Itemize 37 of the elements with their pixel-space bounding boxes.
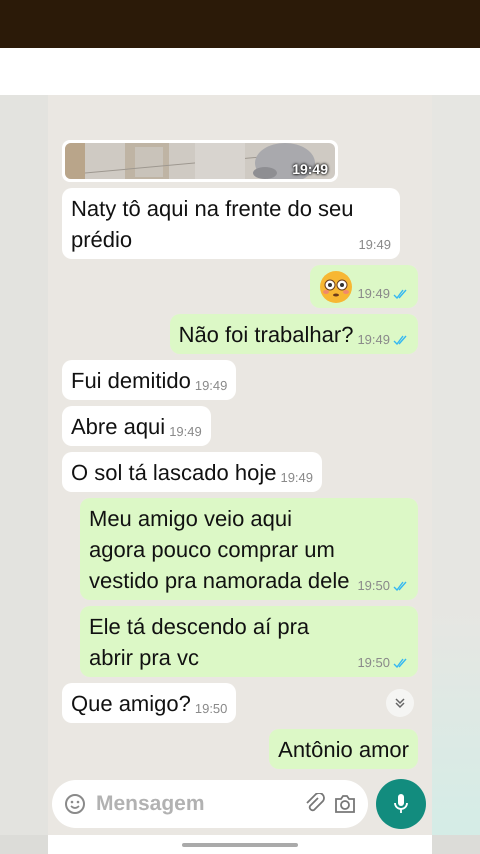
- message-time: 19:49: [169, 424, 202, 440]
- message-bubble[interactable]: Abre aqui 19:49: [62, 406, 211, 446]
- message-text: Que amigo?: [71, 690, 191, 718]
- message-text: Meu amigo veio aqui agora pouco comprar um vestido pra namorada dele: [89, 505, 350, 595]
- message-time: 19:49: [194, 378, 228, 394]
- message-time: 19:50: [357, 578, 390, 594]
- camera-icon[interactable]: [334, 794, 356, 814]
- microphone-icon: [393, 793, 409, 815]
- message-time: 19:49: [292, 161, 328, 177]
- message-text: Ele tá descendo aí pra abrir pra vc: [89, 613, 310, 672]
- microphone-button[interactable]: [376, 779, 426, 829]
- message-text: Não foi trabalhar?: [178, 321, 354, 349]
- message-text: O sol tá lascado hoje: [71, 459, 276, 487]
- message-time: 19:50: [357, 655, 390, 671]
- message-bubble[interactable]: Não foi trabalhar? 19:49: [170, 314, 418, 354]
- scroll-down-button[interactable]: [386, 689, 414, 717]
- double-chevron-down-icon: [394, 697, 406, 709]
- message-bubble[interactable]: Meu amigo veio aqui agora pouco comprar um vestido pra namorada dele 19:50: [80, 498, 418, 600]
- message-time: 19:49: [357, 332, 390, 348]
- message-bubble[interactable]: Ele tá descendo aí pra abrir pra vc 19:50: [80, 606, 418, 677]
- message-bubble[interactable]: Fui demitido 19:49: [62, 360, 236, 400]
- message-time: 19:49: [280, 470, 314, 486]
- message-bubble[interactable]: Que amigo? 19:50: [62, 683, 236, 723]
- message-field[interactable]: Mensagem: [52, 780, 368, 828]
- message-bubble[interactable]: Antônio amor: [269, 729, 418, 769]
- message-text: Abre aqui: [71, 413, 166, 441]
- message-bubble[interactable]: O sol tá lascado hoje 19:49: [62, 452, 322, 492]
- message-bubble[interactable]: Naty tô aqui na frente do seu prédio 19:49: [62, 188, 400, 259]
- message-time: 19:50: [194, 701, 228, 717]
- flushed-face-icon: [319, 270, 354, 304]
- message-time: 19:49: [357, 286, 390, 302]
- message-text: Fui demitido: [71, 367, 191, 395]
- message-text: Naty tô aqui na frente do seu prédio: [71, 195, 354, 254]
- smiley-icon: [64, 793, 86, 815]
- message-text: Antônio amor: [278, 736, 409, 764]
- message-input[interactable]: Mensagem: [94, 791, 296, 817]
- message-time: 19:49: [358, 237, 391, 253]
